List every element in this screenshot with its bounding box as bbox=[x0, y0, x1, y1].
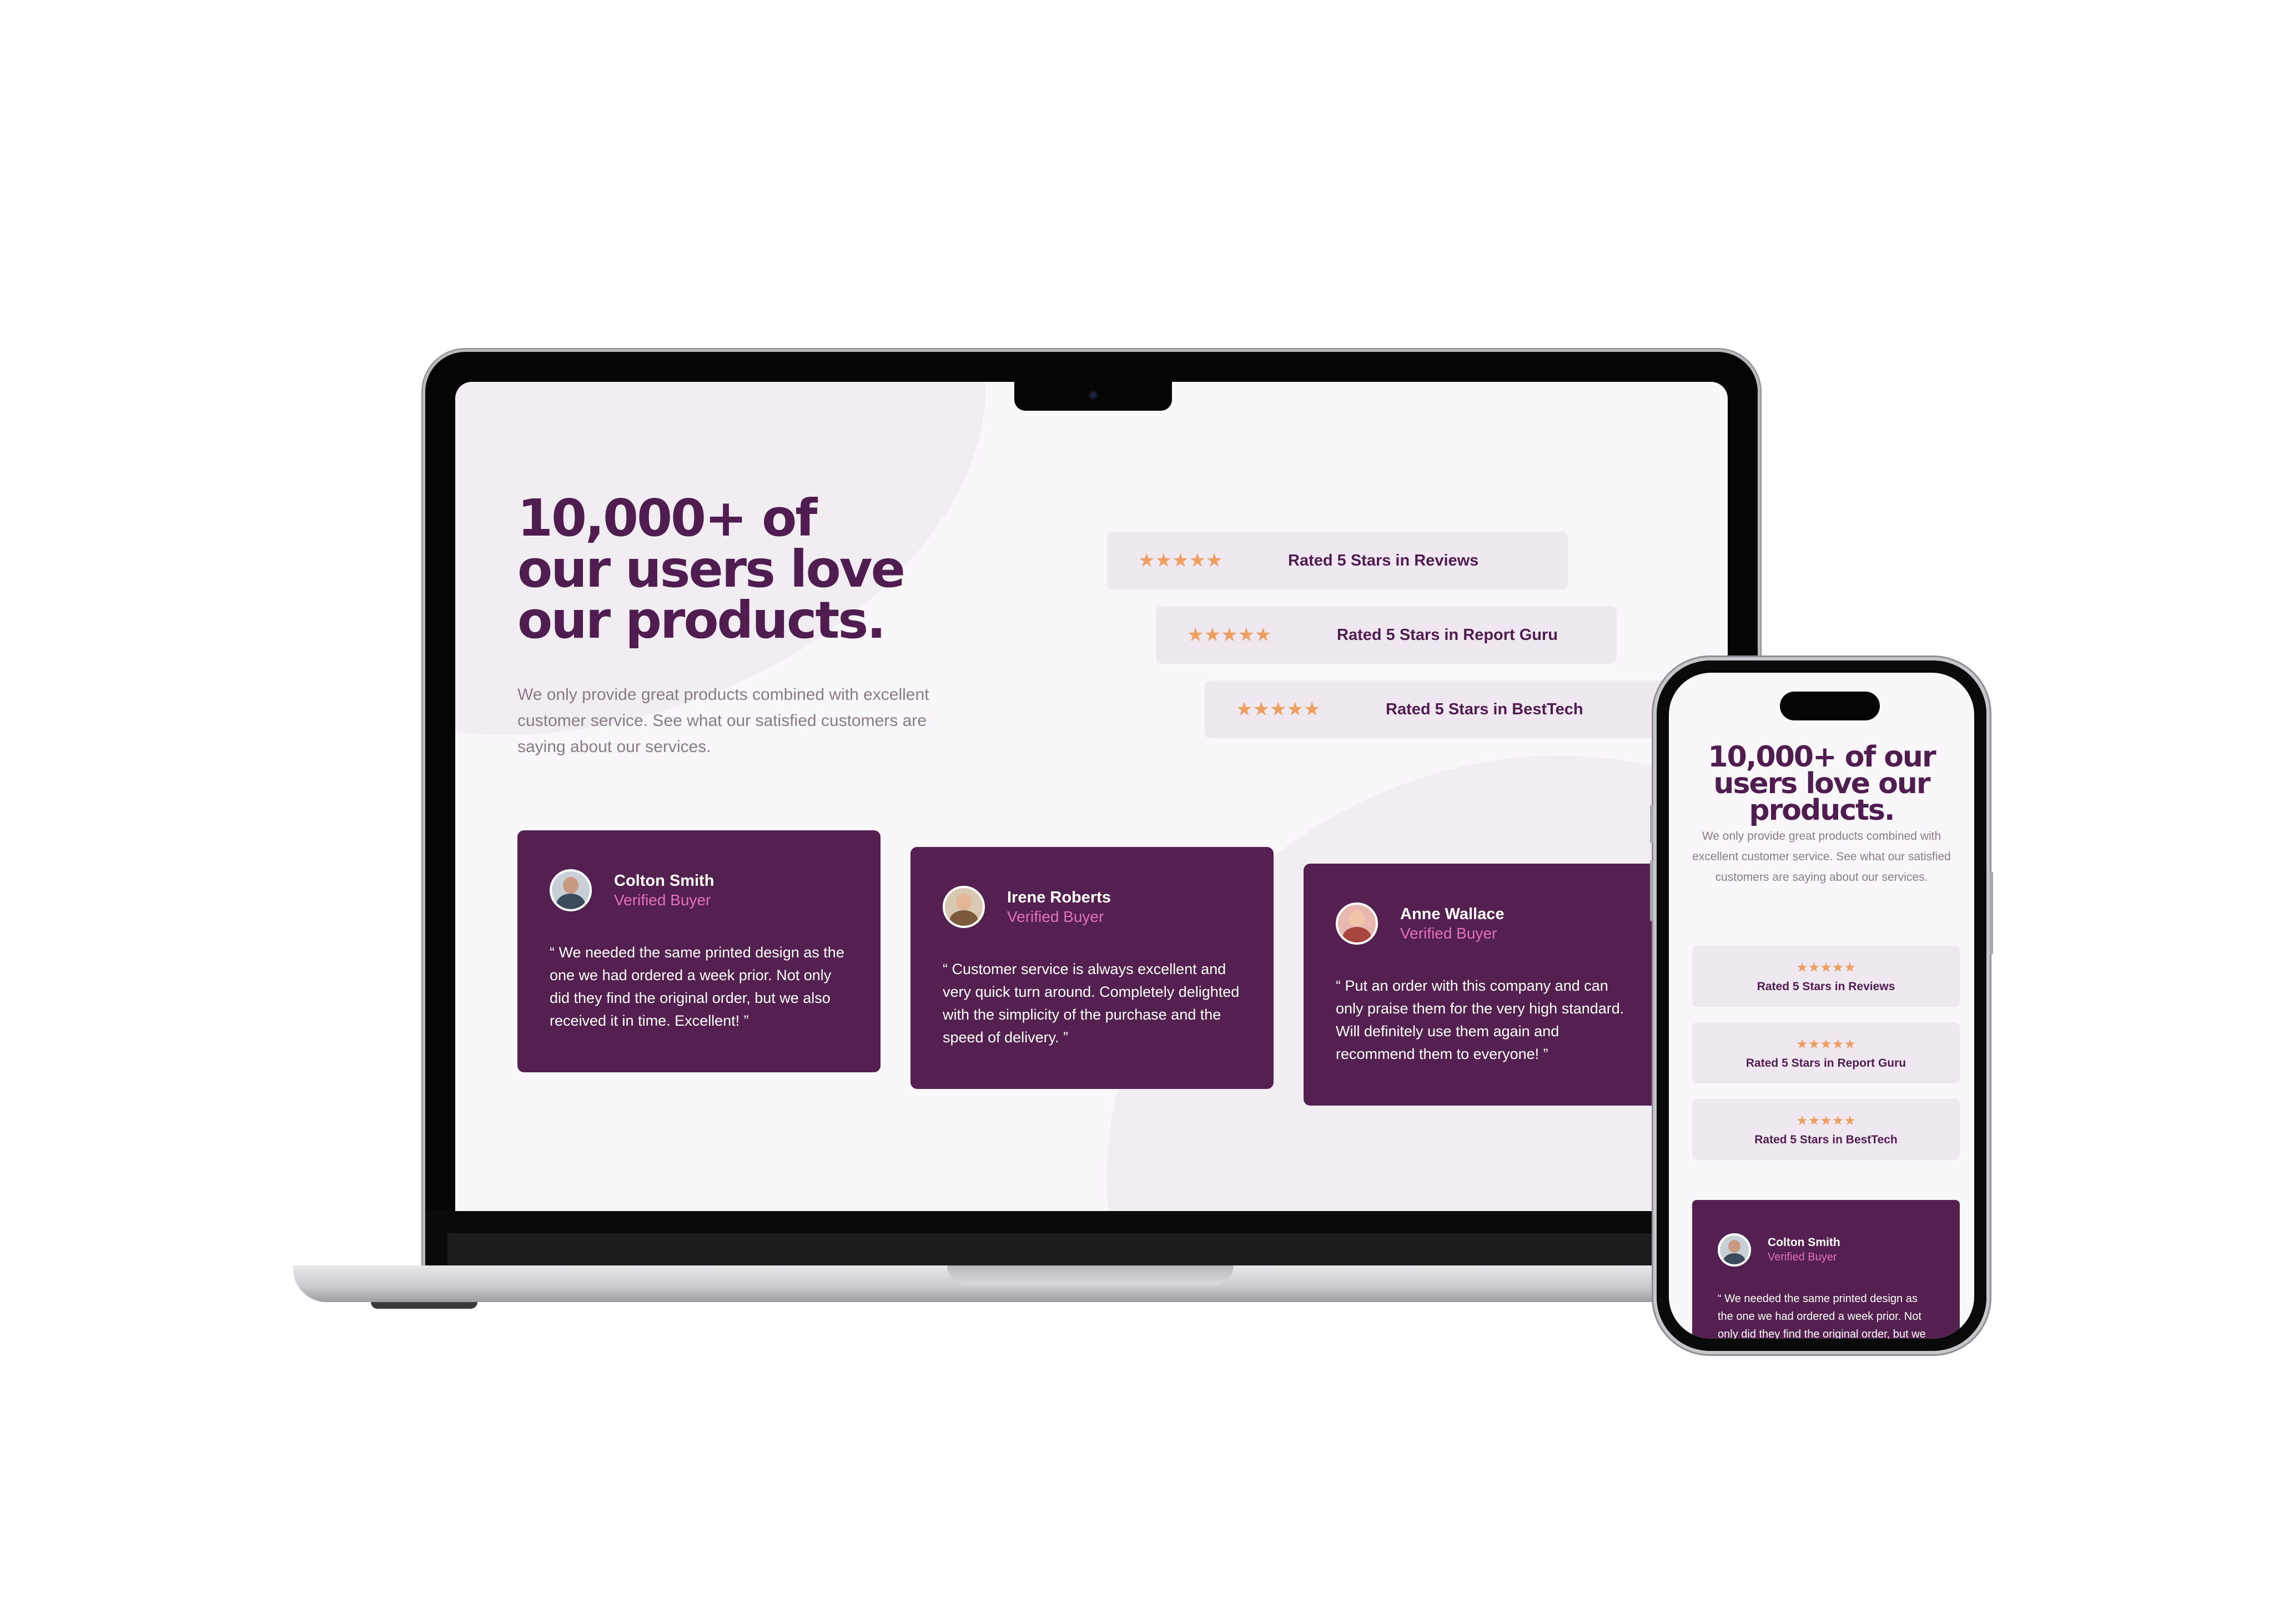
dynamic-island bbox=[1780, 692, 1880, 720]
reviewer-role: Verified Buyer bbox=[1007, 908, 1104, 925]
rating-reviews: ★★★★★ Rated 5 Stars in Reviews bbox=[1107, 532, 1568, 589]
star-icon: ★★★★★ bbox=[1796, 960, 1856, 975]
laptop-device: 10,000+ of our users love our products. … bbox=[425, 352, 1758, 1265]
reviewer-role: Verified Buyer bbox=[1400, 925, 1497, 942]
page-description: We only provide great products combined … bbox=[1692, 830, 1951, 884]
rating-label: Rated 5 Stars in Report Guru bbox=[1745, 1056, 1906, 1070]
testimonial-quote: “ Customer service is always excellent a… bbox=[943, 961, 1240, 1046]
rating-report-guru: ★★★★★ Rated 5 Stars in Report Guru bbox=[1692, 1022, 1960, 1083]
testimonial-card-colton: Colton Smith Verified Buyer “ We needed … bbox=[517, 830, 881, 1072]
camera-icon bbox=[1090, 392, 1096, 399]
testimonial-quote: “ We needed the same printed design as t… bbox=[1718, 1293, 1926, 1339]
rating-label: Rated 5 Stars in BestTech bbox=[1386, 700, 1583, 718]
avatar bbox=[943, 886, 985, 928]
star-icon: ★★★★★ bbox=[1796, 1113, 1856, 1128]
testimonial-quote: “ We needed the same printed design as t… bbox=[550, 944, 844, 1029]
desktop-page: 10,000+ of our users love our products. … bbox=[455, 382, 1728, 1211]
rating-report-guru: ★★★★★ Rated 5 Stars in Report Guru bbox=[1156, 606, 1617, 664]
testimonial-card-anne: Anne Wallace Verified Buyer “ Put an ord… bbox=[1304, 864, 1667, 1106]
page-title: 10,000+ of our users love our products. bbox=[517, 488, 905, 650]
testimonial-card-colton: Colton Smith Verified Buyer “ We needed … bbox=[1692, 1200, 1960, 1339]
phone-button bbox=[1990, 871, 1993, 955]
avatar bbox=[550, 869, 592, 911]
rating-label: Rated 5 Stars in BestTech bbox=[1754, 1133, 1898, 1146]
phone-button bbox=[1650, 860, 1653, 921]
reviewer-name: Irene Roberts bbox=[1007, 889, 1111, 906]
phone-button bbox=[1650, 805, 1653, 844]
testimonial-quote: “ Put an order with this company and can… bbox=[1336, 977, 1624, 1062]
reviewer-role: Verified Buyer bbox=[614, 891, 711, 909]
avatar bbox=[1718, 1233, 1751, 1267]
rating-label: Rated 5 Stars in Report Guru bbox=[1337, 626, 1558, 644]
reviewer-name: Colton Smith bbox=[1768, 1236, 1840, 1249]
star-icon: ★★★★★ bbox=[1796, 1036, 1856, 1052]
star-icon: ★★★★★ bbox=[1138, 550, 1223, 571]
star-icon: ★★★★★ bbox=[1236, 699, 1321, 720]
phone-device: 10,000+ of our users love our products. … bbox=[1650, 660, 1993, 1351]
reviewer-role: Verified Buyer bbox=[1768, 1251, 1837, 1263]
avatar bbox=[1336, 902, 1378, 945]
page-description: We only provide great products combined … bbox=[517, 685, 929, 756]
star-icon: ★★★★★ bbox=[1187, 624, 1272, 645]
mobile-page: 10,000+ of our users love our products. … bbox=[1669, 673, 1974, 1339]
page-title: 10,000+ of our users love our products. bbox=[1708, 740, 1936, 827]
rating-reviews: ★★★★★ Rated 5 Stars in Reviews bbox=[1692, 946, 1960, 1007]
laptop-foot bbox=[371, 1302, 477, 1309]
rating-besttech: ★★★★★ Rated 5 Stars in BestTech bbox=[1692, 1099, 1960, 1160]
laptop-bezel bbox=[425, 1211, 1758, 1265]
testimonial-card-irene: Irene Roberts Verified Buyer “ Customer … bbox=[910, 847, 1274, 1089]
rating-label: Rated 5 Stars in Reviews bbox=[1757, 980, 1895, 993]
reviewer-name: Colton Smith bbox=[614, 872, 715, 890]
rating-label: Rated 5 Stars in Reviews bbox=[1288, 551, 1479, 569]
reviewer-name: Anne Wallace bbox=[1400, 905, 1505, 923]
rating-besttech: ★★★★★ Rated 5 Stars in BestTech bbox=[1205, 680, 1666, 738]
laptop-base bbox=[293, 1265, 1890, 1302]
laptop-notch bbox=[1014, 382, 1172, 411]
